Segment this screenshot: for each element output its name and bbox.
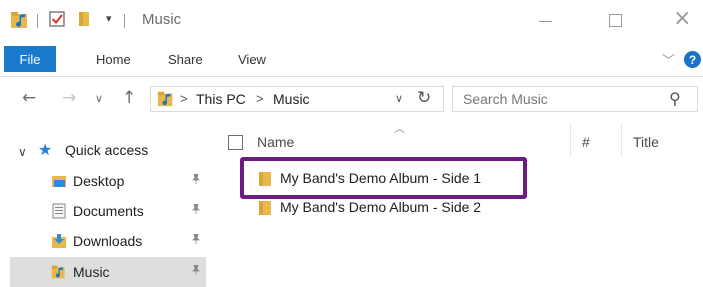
desktop-folder-icon (52, 176, 66, 187)
tab-home[interactable]: Home (96, 52, 131, 67)
up-arrow-icon[interactable]: ↑ (122, 88, 136, 108)
sidebar-item-quick-access[interactable]: ∨ ★ Quick access (10, 135, 206, 165)
sidebar-item-label: Documents (73, 203, 144, 219)
back-arrow-icon[interactable]: ← (22, 88, 36, 108)
sidebar-item-downloads[interactable]: Downloads (10, 226, 206, 256)
window-title: Music (142, 11, 182, 28)
breadcrumb-this-pc[interactable]: This PC (196, 91, 246, 107)
sidebar-item-label: Quick access (65, 142, 149, 158)
search-input[interactable]: Search Music ⚲ (452, 86, 698, 112)
music-folder-icon (51, 265, 65, 279)
sidebar-item-label: Desktop (73, 173, 125, 189)
refresh-icon[interactable]: ↻ (417, 88, 431, 108)
close-button[interactable]: × (657, 0, 703, 40)
chevron-down-icon[interactable]: ∨ (18, 145, 27, 159)
pin-icon[interactable] (192, 265, 200, 275)
sidebar-item-music[interactable]: Music (10, 257, 206, 287)
documents-folder-icon (52, 203, 66, 219)
column-divider[interactable] (570, 124, 571, 156)
music-folder-icon (157, 91, 173, 107)
pin-icon[interactable] (192, 204, 200, 214)
search-icon[interactable]: ⚲ (669, 89, 681, 108)
sidebar-item-label: Downloads (73, 233, 143, 249)
column-name[interactable]: Name (257, 134, 294, 150)
select-all-checkbox[interactable] (228, 135, 243, 150)
maximize-button[interactable] (592, 0, 638, 40)
sidebar-item-desktop[interactable]: Desktop (10, 166, 206, 196)
address-bar[interactable]: > This PC > Music ∨ ↻ (150, 86, 444, 112)
downloads-folder-icon (52, 234, 66, 248)
address-dropdown-icon[interactable]: ∨ (395, 92, 403, 105)
customize-toolbar-icon[interactable]: ▾ (106, 12, 112, 25)
pin-icon[interactable] (192, 174, 200, 184)
help-icon[interactable]: ? (684, 51, 701, 68)
column-header: ︿ Name # Title (210, 118, 703, 158)
breadcrumb-separator[interactable]: > (256, 91, 264, 106)
folder-icon (259, 201, 271, 215)
title-separator (124, 14, 125, 28)
star-icon: ★ (38, 142, 53, 159)
ribbon-divider (0, 76, 703, 77)
expand-ribbon-icon[interactable]: ﹀ (662, 50, 675, 69)
minimize-button[interactable] (522, 0, 568, 40)
tab-file[interactable]: File (4, 46, 56, 72)
title-bar: ▾ Music × (0, 0, 703, 40)
close-icon: × (673, 6, 692, 31)
column-divider[interactable] (621, 124, 622, 156)
forward-arrow-icon[interactable]: → (62, 88, 76, 108)
pin-icon[interactable] (192, 234, 200, 244)
sidebar-item-label: Music (73, 264, 110, 280)
search-placeholder: Search Music (463, 91, 548, 107)
sort-ascending-icon: ︿ (394, 123, 405, 135)
properties-icon[interactable] (49, 11, 65, 27)
folder-name: My Band's Demo Album - Side 2 (280, 199, 482, 215)
new-folder-icon[interactable] (75, 10, 93, 28)
highlight-annotation (240, 157, 527, 199)
sidebar-item-documents[interactable]: Documents (10, 196, 206, 226)
column-title[interactable]: Title (633, 134, 659, 150)
list-item[interactable]: My Band's Demo Album - Side 2 (245, 196, 545, 220)
navigation-bar: ← → ∨ ↑ > This PC > Music ∨ ↻ Search Mus… (0, 82, 703, 116)
tab-view[interactable]: View (238, 52, 266, 67)
column-track-number[interactable]: # (582, 134, 590, 150)
breadcrumb-music[interactable]: Music (273, 91, 310, 107)
ribbon-tabs: File Home Share View ﹀ ? (0, 44, 703, 74)
navigation-pane: ∨ ★ Quick access Desktop Documents Downl… (0, 130, 210, 287)
music-folder-icon (11, 12, 27, 28)
recent-locations-icon[interactable]: ∨ (95, 92, 103, 105)
breadcrumb-separator[interactable]: > (180, 91, 188, 106)
tab-share[interactable]: Share (168, 52, 203, 67)
title-separator (37, 14, 38, 28)
